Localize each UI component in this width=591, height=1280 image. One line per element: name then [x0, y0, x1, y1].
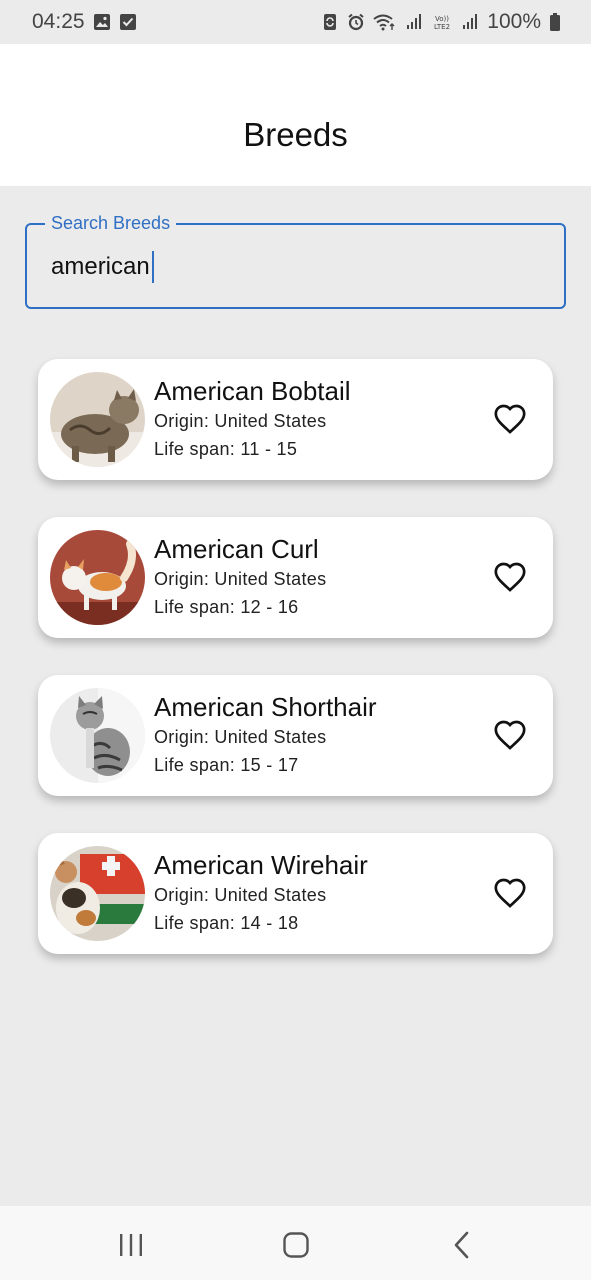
search-label: Search Breeds: [45, 213, 177, 234]
heart-outline-icon: [494, 878, 526, 908]
app-bar: Breeds: [0, 44, 591, 186]
signal-2-icon: [461, 13, 479, 31]
breed-origin: Origin: United States: [154, 885, 327, 905]
breed-card[interactable]: American Bobtail Origin: United States L…: [38, 359, 553, 480]
breed-name: American Shorthair: [154, 692, 377, 722]
favorite-button[interactable]: [493, 719, 527, 753]
status-left: 04:25: [32, 10, 137, 34]
search-field[interactable]: Search Breeds american: [25, 213, 566, 309]
status-bar: 04:25 Vo)) LTE2 100%: [0, 0, 591, 44]
breed-card[interactable]: American Shorthair Origin: United States…: [38, 675, 553, 796]
volte-icon: Vo)) LTE2: [431, 13, 453, 31]
breed-info: American Bobtail Origin: United States L…: [154, 375, 351, 463]
breed-origin: Origin: United States: [154, 727, 327, 747]
recents-icon: [120, 1234, 142, 1256]
heart-outline-icon: [494, 720, 526, 750]
heart-outline-icon: [494, 404, 526, 434]
app-screen: 04:25 Vo)) LTE2 100% Breeds Search Breed…: [0, 0, 591, 1280]
favorite-button[interactable]: [493, 877, 527, 911]
breed-card[interactable]: American Curl Origin: United States Life…: [38, 517, 553, 638]
breed-name: American Bobtail: [154, 376, 351, 406]
breed-card[interactable]: American Wirehair Origin: United States …: [38, 833, 553, 954]
svg-text:Vo)): Vo)): [435, 15, 449, 23]
breed-photo: [50, 530, 145, 625]
status-time: 04:25: [32, 10, 85, 33]
page-title: Breeds: [243, 116, 348, 153]
signal-1-icon: [405, 13, 423, 31]
battery-icon: [549, 13, 561, 31]
svg-text:LTE2: LTE2: [434, 23, 450, 31]
home-button[interactable]: [281, 1230, 311, 1260]
alarm-icon: [347, 13, 365, 31]
breed-info: American Wirehair Origin: United States …: [154, 849, 368, 937]
breed-photo: [50, 372, 145, 467]
breed-life-span: Life span: 12 - 16: [154, 597, 299, 617]
home-icon: [283, 1232, 309, 1258]
breed-list: American Bobtail Origin: United States L…: [38, 359, 553, 991]
text-cursor: [151, 251, 154, 283]
back-button[interactable]: [447, 1230, 477, 1260]
breed-info: American Curl Origin: United States Life…: [154, 533, 326, 621]
breed-life-span: Life span: 14 - 18: [154, 913, 299, 933]
breed-info: American Shorthair Origin: United States…: [154, 691, 377, 779]
breed-life-span: Life span: 15 - 17: [154, 755, 299, 775]
sync-icon: [321, 13, 339, 31]
breed-origin: Origin: United States: [154, 569, 327, 589]
breed-photo: [50, 846, 145, 941]
system-nav-bar: [0, 1206, 591, 1280]
search-value: american: [51, 253, 150, 280]
back-icon: [454, 1231, 469, 1259]
battery-percent: 100%: [487, 10, 541, 33]
search-input[interactable]: american: [51, 249, 154, 285]
heart-outline-icon: [494, 562, 526, 592]
favorite-button[interactable]: [493, 561, 527, 595]
checkbox-notification-icon: [119, 13, 137, 31]
gallery-icon: [93, 13, 111, 31]
breed-photo: [50, 688, 145, 783]
breed-name: American Curl: [154, 534, 319, 564]
status-right: Vo)) LTE2 100%: [321, 10, 561, 34]
breed-origin: Origin: United States: [154, 411, 327, 431]
favorite-button[interactable]: [493, 403, 527, 437]
recents-button[interactable]: [116, 1230, 146, 1260]
breed-name: American Wirehair: [154, 850, 368, 880]
breed-life-span: Life span: 11 - 15: [154, 439, 298, 459]
wifi-icon: [373, 13, 397, 31]
